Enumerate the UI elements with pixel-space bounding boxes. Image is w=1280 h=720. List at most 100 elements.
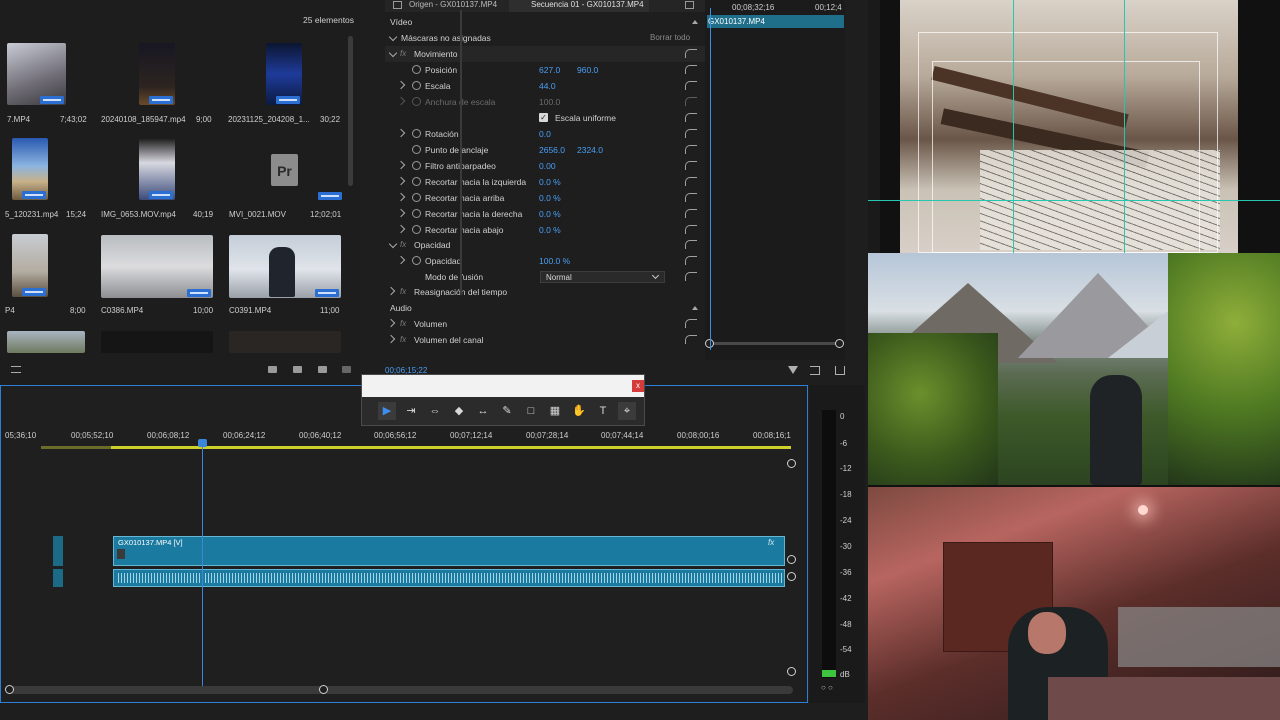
chevron-down-icon[interactable] xyxy=(388,48,398,58)
reset-icon[interactable] xyxy=(685,49,697,58)
slip-tool-icon[interactable]: ↔ xyxy=(474,402,492,420)
reset-icon[interactable] xyxy=(685,65,697,74)
rectangle-tool-icon[interactable]: □ xyxy=(522,402,540,420)
playhead[interactable] xyxy=(202,439,203,687)
reset-icon[interactable] xyxy=(685,335,697,344)
collapse-up-icon[interactable] xyxy=(692,20,698,24)
reset-icon[interactable] xyxy=(685,177,697,186)
fx-zoom-handle-right[interactable] xyxy=(835,339,844,348)
fx-playhead[interactable] xyxy=(710,8,711,350)
vertical-scroll-handle[interactable] xyxy=(787,459,796,468)
stopwatch-icon[interactable] xyxy=(412,193,421,202)
stopwatch-icon[interactable] xyxy=(412,177,421,186)
anchor-y-value[interactable]: 2324.0 xyxy=(577,145,603,155)
opacity-value[interactable]: 100.0 % xyxy=(539,256,570,266)
reset-icon[interactable] xyxy=(685,240,697,249)
clip-thumbnail[interactable] xyxy=(101,331,213,353)
playhead-handle[interactable] xyxy=(198,439,207,447)
frame-tool-icon[interactable]: ▦ xyxy=(546,402,564,420)
reset-icon[interactable] xyxy=(685,129,697,138)
stopwatch-icon[interactable] xyxy=(412,81,421,90)
timeline-horizontal-scrollbar[interactable] xyxy=(9,686,793,694)
clip-thumbnail[interactable] xyxy=(229,235,341,298)
position-x-value[interactable]: 627.0 xyxy=(539,65,560,75)
tab-sequence[interactable]: Secuencia 01 - GX010137.MP4 xyxy=(509,0,649,12)
fx-scrollbar[interactable] xyxy=(460,10,462,295)
work-area-bar[interactable] xyxy=(111,446,791,449)
stopwatch-icon[interactable] xyxy=(412,225,421,234)
stopwatch-icon[interactable] xyxy=(412,65,421,74)
tab-source[interactable]: Origen - GX010137.MP4 xyxy=(393,0,501,12)
reset-icon[interactable] xyxy=(685,81,697,90)
blend-mode-select[interactable]: Normal xyxy=(540,271,665,283)
stopwatch-icon[interactable] xyxy=(412,161,421,170)
position-y-value[interactable]: 960.0 xyxy=(577,65,598,75)
chevron-right-icon[interactable] xyxy=(386,318,396,328)
anchor-x-value[interactable]: 2656.0 xyxy=(539,145,565,155)
fx-clip-bar[interactable]: GX010137.MP4 xyxy=(707,15,844,28)
chevron-right-icon[interactable] xyxy=(396,80,406,90)
reset-icon[interactable] xyxy=(685,145,697,154)
small-audio-clip[interactable] xyxy=(53,569,63,587)
premiere-file-icon[interactable]: Pr xyxy=(271,154,298,186)
reset-icon[interactable] xyxy=(685,272,697,281)
stopwatch-icon[interactable] xyxy=(412,129,421,138)
new-item-icon[interactable] xyxy=(318,366,327,373)
reset-icon[interactable] xyxy=(685,193,697,202)
clip-thumbnail[interactable] xyxy=(101,235,213,298)
crop-right-value[interactable]: 0.0 % xyxy=(539,209,561,219)
clip-thumbnail[interactable] xyxy=(7,331,85,353)
clip-thumbnail[interactable] xyxy=(229,331,341,353)
effect-channel-volume[interactable]: fx Volumen del canal xyxy=(385,332,705,348)
chevron-down-icon[interactable] xyxy=(388,32,398,42)
selection-tool-icon[interactable]: ▶ xyxy=(378,402,396,420)
panel-options-icon[interactable] xyxy=(685,1,694,9)
vertical-scroll-handle[interactable] xyxy=(787,572,796,581)
video-clip[interactable]: GX010137.MP4 [V] fx xyxy=(113,536,785,566)
reset-icon[interactable] xyxy=(685,113,697,122)
tools-titlebar[interactable] xyxy=(362,375,644,397)
antiflicker-value[interactable]: 0.00 xyxy=(539,161,556,171)
clip-thumbnail[interactable] xyxy=(12,234,48,297)
crop-bottom-value[interactable]: 0.0 % xyxy=(539,225,561,235)
folder-icon[interactable] xyxy=(293,366,302,373)
reset-icon[interactable] xyxy=(685,209,697,218)
small-video-clip[interactable] xyxy=(53,536,63,566)
close-icon[interactable]: x xyxy=(632,380,644,392)
clip-thumbnail[interactable] xyxy=(12,138,48,200)
chevron-right-icon[interactable] xyxy=(396,128,406,138)
hand-tool-icon[interactable]: ✋ xyxy=(570,402,588,420)
chevron-down-icon[interactable] xyxy=(388,239,398,249)
effect-movement[interactable]: fx Movimiento xyxy=(385,46,705,62)
type-tool-icon[interactable]: T xyxy=(594,402,612,420)
reset-icon[interactable] xyxy=(685,225,697,234)
effect-opacity[interactable]: fx Opacidad xyxy=(385,237,705,253)
time-ruler[interactable]: 05;36;10 00;05;52;10 00;06;08;12 00;06;2… xyxy=(1,426,801,446)
pen-tool-icon[interactable]: ✎ xyxy=(498,402,516,420)
reset-icon[interactable] xyxy=(685,319,697,328)
hscroll-handle-left[interactable] xyxy=(5,685,14,694)
meter-solo-buttons[interactable]: ○ ○ xyxy=(821,683,833,692)
track-select-tool-icon[interactable]: ⇥ xyxy=(402,402,420,420)
clip-thumbnail[interactable] xyxy=(139,43,175,105)
chevron-right-icon[interactable] xyxy=(396,255,406,265)
collapse-up-icon[interactable] xyxy=(692,306,698,310)
clip-thumbnail[interactable] xyxy=(7,43,66,105)
export-frame-icon[interactable] xyxy=(810,366,820,375)
hscroll-handle-right[interactable] xyxy=(319,685,328,694)
bin-scrollbar[interactable] xyxy=(348,36,353,186)
stopwatch-icon[interactable] xyxy=(412,209,421,218)
razor-tool-icon[interactable]: ◆ xyxy=(450,402,468,420)
uniform-scale-checkbox[interactable]: ✓ xyxy=(539,113,548,122)
chevron-right-icon[interactable] xyxy=(396,160,406,170)
remix-tool-icon[interactable]: ⌖ xyxy=(618,402,636,420)
stopwatch-icon[interactable] xyxy=(412,256,421,265)
ripple-edit-tool-icon[interactable]: ⇔ xyxy=(426,402,444,420)
trash-icon[interactable] xyxy=(342,366,351,373)
rotation-value[interactable]: 0.0 xyxy=(539,129,551,139)
effect-time-remap[interactable]: fx Reasignación del tiempo xyxy=(385,284,705,300)
reset-icon[interactable] xyxy=(685,161,697,170)
vertical-scroll-handle[interactable] xyxy=(787,555,796,564)
crop-top-value[interactable]: 0.0 % xyxy=(539,193,561,203)
stopwatch-icon[interactable] xyxy=(412,145,421,154)
